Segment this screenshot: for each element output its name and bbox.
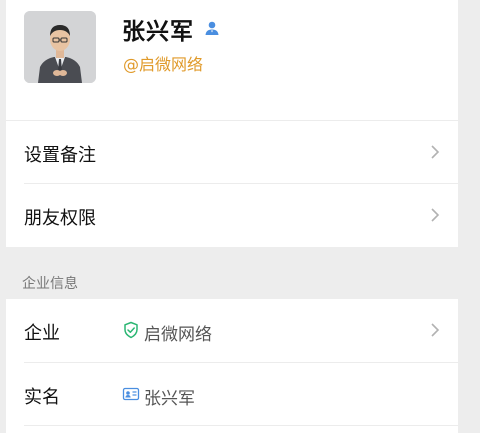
chevron-right-icon: [431, 145, 440, 159]
side-gutter: [458, 0, 480, 433]
chevron-right-icon: [431, 323, 440, 337]
avatar-photo: [24, 11, 96, 83]
company-label: 企业: [24, 323, 60, 344]
company-row[interactable]: 企业 启微网络: [6, 299, 458, 361]
contact-name: 张兴军: [122, 19, 194, 45]
shield-check-icon: [124, 321, 138, 339]
enterprise-info-section: 企业信息: [6, 247, 458, 299]
profile-header: 张兴军 @启微网络: [6, 0, 458, 120]
id-card-icon: [122, 387, 140, 401]
real-name-value: 张兴军: [144, 389, 195, 409]
friend-permissions-label: 朋友权限: [24, 208, 96, 229]
section-title: 企业信息: [22, 276, 78, 292]
real-name-label: 实名: [24, 387, 60, 408]
chevron-right-icon: [431, 208, 440, 222]
set-remark-label: 设置备注: [24, 145, 96, 166]
verified-user-icon: [205, 21, 219, 35]
company-value: 启微网络: [144, 325, 212, 345]
contact-profile-page: 张兴军 @启微网络 设置备注 朋友权限 企业信息 企业 启微网络 实名 张兴军: [6, 0, 458, 433]
company-tag[interactable]: @启微网络: [123, 51, 203, 75]
set-remark-row[interactable]: 设置备注: [6, 121, 458, 183]
avatar[interactable]: [24, 11, 96, 83]
real-name-row: 实名 张兴军: [6, 363, 458, 425]
divider: [24, 425, 458, 426]
friend-permissions-row[interactable]: 朋友权限: [6, 184, 458, 246]
